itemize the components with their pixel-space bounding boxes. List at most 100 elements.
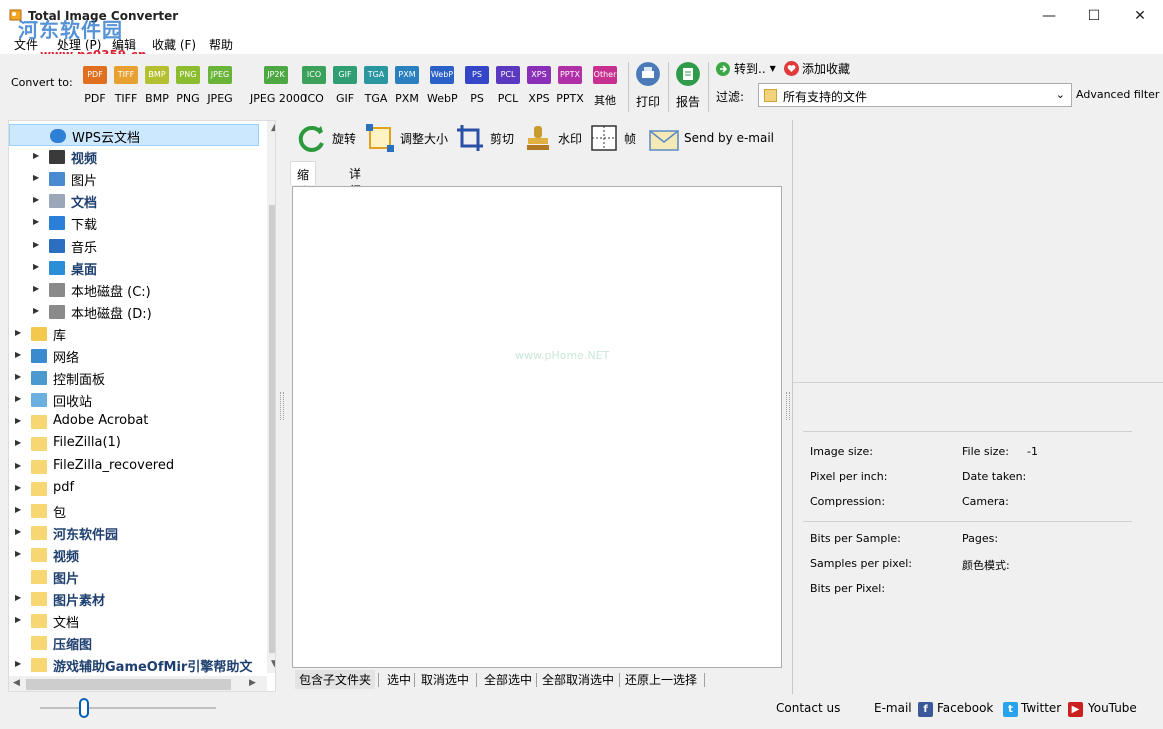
format-ico-button[interactable]: ICO ICO	[299, 66, 329, 105]
scroll-left-icon[interactable]: ◀	[13, 678, 20, 688]
expand-arrow-icon[interactable]: ▶	[15, 461, 25, 470]
report-button[interactable]: 报告	[676, 62, 700, 110]
tree-vertical-scrollbar[interactable]: ▲ ▼	[267, 121, 275, 673]
expand-arrow-icon[interactable]: ▶	[33, 151, 43, 160]
tree-item[interactable]: ▶ FileZilla(1)	[9, 433, 259, 455]
tree-item[interactable]: ▶ 音乐	[9, 235, 259, 257]
minimize-button[interactable]: —	[1026, 0, 1072, 32]
expand-arrow-icon[interactable]: ▶	[15, 438, 25, 447]
expand-arrow-icon[interactable]: ▶	[15, 372, 25, 381]
expand-arrow-icon[interactable]: ▶	[15, 350, 25, 359]
select-link[interactable]: 选中	[387, 671, 411, 688]
deselect-link[interactable]: 取消选中	[421, 671, 469, 688]
expand-arrow-icon[interactable]: ▶	[33, 217, 43, 226]
expand-arrow-icon[interactable]: ▶	[33, 262, 43, 271]
scroll-thumb[interactable]	[269, 205, 275, 653]
twitter-link[interactable]: Twitter	[1021, 701, 1061, 715]
tree-item[interactable]: ▶ 图片	[9, 168, 259, 190]
format-pcl-button[interactable]: PCL PCL	[493, 66, 523, 105]
expand-arrow-icon[interactable]: ▶	[15, 593, 25, 602]
tree-item[interactable]: ▶ 文档	[9, 610, 259, 632]
expand-arrow-icon[interactable]: ▶	[15, 394, 25, 403]
format-gif-button[interactable]: GIF GIF	[330, 66, 360, 105]
expand-arrow-icon[interactable]: ▶	[33, 173, 43, 182]
left-splitter[interactable]	[280, 392, 284, 420]
tree-item[interactable]: 压缩图	[9, 632, 259, 654]
expand-arrow-icon[interactable]: ▶	[15, 483, 25, 492]
tree-item[interactable]: ▶ 控制面板	[9, 367, 259, 389]
menu-favorites[interactable]: 收藏 (F)	[152, 36, 196, 53]
contact-us-link[interactable]: Contact us	[776, 701, 840, 715]
tree-item[interactable]: ▶ 桌面	[9, 257, 259, 279]
facebook-icon[interactable]: f	[918, 702, 933, 717]
expand-arrow-icon[interactable]: ▶	[15, 615, 25, 624]
frame-button[interactable]: 帧	[588, 122, 636, 154]
restore-selection-link[interactable]: 还原上一选择	[625, 671, 697, 688]
format-ps-button[interactable]: PS PS	[462, 66, 492, 105]
scroll-down-icon[interactable]: ▼	[271, 659, 275, 669]
tree-item[interactable]: ▶ 视频	[9, 146, 259, 168]
tree-item[interactable]: ▶ pdf	[9, 478, 259, 500]
include-subfolders-link[interactable]: 包含子文件夹	[295, 670, 376, 689]
tree-item[interactable]: ▶ 图片素材	[9, 588, 259, 610]
goto-button[interactable]: 转到.. ▼	[716, 60, 776, 77]
expand-arrow-icon[interactable]: ▶	[33, 240, 43, 249]
twitter-icon[interactable]: t	[1003, 702, 1018, 717]
expand-arrow-icon[interactable]: ▶	[33, 284, 43, 293]
thumbnail-area[interactable]: www.pHome.NET	[292, 186, 782, 668]
deselect-all-link[interactable]: 全部取消选中	[542, 671, 614, 688]
youtube-icon[interactable]: ▶	[1068, 702, 1083, 717]
tree-item[interactable]: ▶ 文档	[9, 190, 259, 212]
print-button[interactable]: 打印	[636, 62, 660, 110]
format-pxm-button[interactable]: PXM PXM	[392, 66, 422, 105]
send-email-button[interactable]: Send by e-mail	[648, 122, 774, 154]
expand-arrow-icon[interactable]: ▶	[33, 195, 43, 204]
tree-item[interactable]: ▶ FileZilla_recovered	[9, 456, 259, 478]
tree-item[interactable]: ▶ 河东软件园	[9, 522, 259, 544]
tree-item[interactable]: ▶ 游戏辅助GameOfMir引擎帮助文	[9, 654, 259, 676]
expand-arrow-icon[interactable]: ▶	[15, 527, 25, 536]
crop-button[interactable]: 剪切	[454, 122, 514, 154]
add-favorite-button[interactable]: 添加收藏	[784, 60, 850, 77]
tab-thumbnails[interactable]: 缩略图	[290, 161, 317, 216]
select-all-link[interactable]: 全部选中	[484, 671, 532, 688]
tree-item[interactable]: ▶ 本地磁盘 (C:)	[9, 279, 259, 301]
tree-item[interactable]: ▶ 视频	[9, 544, 259, 566]
scroll-right-icon[interactable]: ▶	[249, 678, 256, 688]
tree-item[interactable]: WPS云文档	[9, 124, 259, 146]
tree-item[interactable]: ▶ Adobe Acrobat	[9, 411, 259, 433]
tab-details[interactable]: 详细信息	[343, 161, 367, 232]
rotate-button[interactable]: 旋转	[296, 122, 356, 154]
tree-item[interactable]: ▶ 库	[9, 323, 259, 345]
format-jpeg-2000-button[interactable]: JP2K JPEG 2000	[250, 66, 307, 105]
format-bmp-button[interactable]: BMP BMP	[142, 66, 172, 105]
expand-arrow-icon[interactable]: ▶	[15, 659, 25, 668]
format-tga-button[interactable]: TGA TGA	[361, 66, 391, 105]
folder-tree[interactable]: WPS云文档 ▶ 视频 ▶ 图片 ▶ 文档 ▶ 下载 ▶ 音乐 ▶ 桌面 ▶ 本地磁盘 (C:) ▶ 本地磁盘 …	[8, 120, 276, 692]
resize-button[interactable]: 调整大小	[364, 122, 448, 154]
expand-arrow-icon[interactable]: ▶	[15, 328, 25, 337]
format-tiff-button[interactable]: TIFF TIFF	[111, 66, 141, 105]
maximize-button[interactable]: ☐	[1071, 0, 1117, 32]
tree-item[interactable]: ▶ 包	[9, 500, 259, 522]
tree-item[interactable]: ▶ 网络	[9, 345, 259, 367]
facebook-link[interactable]: Facebook	[937, 701, 993, 715]
tree-item[interactable]: 图片	[9, 566, 259, 588]
youtube-link[interactable]: YouTube	[1088, 701, 1137, 715]
advanced-filter-link[interactable]: Advanced filter	[1076, 88, 1159, 101]
scroll-thumb[interactable]	[26, 679, 231, 690]
scroll-up-icon[interactable]: ▲	[271, 123, 275, 133]
expand-arrow-icon[interactable]: ▶	[15, 549, 25, 558]
tree-horizontal-scrollbar[interactable]: ◀ ▶	[9, 676, 267, 691]
format-pdf-button[interactable]: PDF PDF	[80, 66, 110, 105]
right-splitter[interactable]	[786, 392, 790, 420]
format-xps-button[interactable]: XPS XPS	[524, 66, 554, 105]
tree-item[interactable]: ▶ 下载	[9, 212, 259, 234]
watermark-button[interactable]: 水印	[522, 122, 582, 154]
email-link[interactable]: E-mail	[874, 701, 912, 715]
format-webp-button[interactable]: WebP WebP	[427, 66, 458, 105]
format-jpeg-button[interactable]: JPEG JPEG	[205, 66, 235, 105]
format-其他-button[interactable]: Other 其他	[590, 66, 620, 108]
menu-help[interactable]: 帮助	[209, 36, 233, 53]
tree-item[interactable]: ▶ 本地磁盘 (D:)	[9, 301, 259, 323]
